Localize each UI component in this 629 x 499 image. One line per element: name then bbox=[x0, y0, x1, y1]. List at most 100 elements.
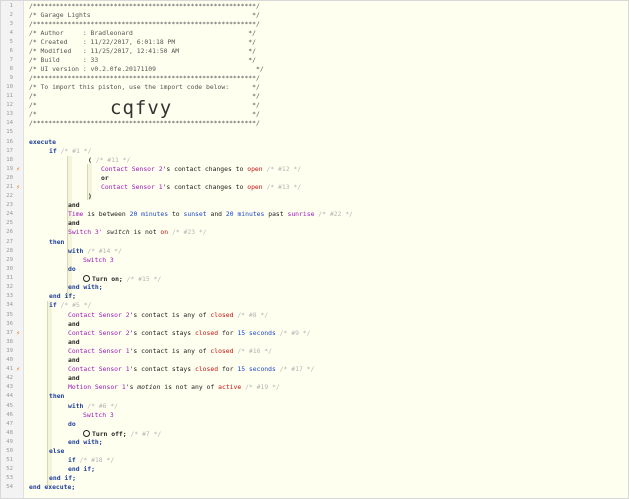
line-number: 22 bbox=[6, 193, 13, 199]
statement-comment: /* #13 */ bbox=[266, 183, 302, 191]
code-line[interactable]: 46 Switch 3 bbox=[1, 411, 628, 420]
code-line[interactable]: 28 with /* #14 */ bbox=[1, 247, 628, 256]
device-name[interactable]: Switch 3 bbox=[83, 256, 114, 264]
line-number: 26 bbox=[6, 229, 13, 235]
code-line[interactable]: 44 then bbox=[1, 392, 628, 401]
line-number: 48 bbox=[6, 430, 13, 436]
line-number: 4 bbox=[9, 30, 13, 36]
line-number: 53 bbox=[6, 475, 13, 481]
line-number: 54 bbox=[6, 484, 13, 490]
device-name[interactable]: Switch 3' bbox=[68, 228, 103, 236]
code-line[interactable]: 26 Switch 3' switch is not on /* #23 */ bbox=[1, 228, 628, 237]
code-line[interactable]: 53 end if; bbox=[1, 474, 628, 483]
code-line[interactable]: 17 if /* #1 */ bbox=[1, 147, 628, 156]
code-line[interactable]: 29 Switch 3 bbox=[1, 256, 628, 265]
code-line[interactable]: 27 then bbox=[1, 238, 628, 247]
comment-text: /***************************************… bbox=[29, 2, 260, 10]
code-line[interactable]: 18 ( /* #11 */ bbox=[1, 156, 628, 165]
line-number: 45 bbox=[6, 403, 13, 409]
keyword-execute: execute bbox=[29, 138, 56, 146]
code-line[interactable]: 14 /*************************************… bbox=[1, 119, 628, 128]
code-line[interactable]: 19 ⚡ Contact Sensor 2's contact changes to… bbox=[1, 165, 628, 174]
code-line[interactable]: 21 ⚡ Contact Sensor 1's contact changes to… bbox=[1, 183, 628, 192]
code-line[interactable]: 20 or bbox=[1, 174, 628, 183]
code-line[interactable]: 24 Time is between 20 minutes to sunset a… bbox=[1, 210, 628, 219]
code-line[interactable]: 42 and bbox=[1, 374, 628, 383]
command-text[interactable]: Turn on; bbox=[92, 275, 123, 283]
code-line[interactable]: 1 /**************************************… bbox=[1, 2, 628, 11]
code-line[interactable]: 8 /* UI version : v0.2.0fe.20171109 */ bbox=[1, 65, 628, 74]
line-number: 13 bbox=[6, 111, 13, 117]
code-line[interactable]: 12/* */ bbox=[1, 101, 628, 110]
keyword-if: if bbox=[68, 456, 76, 464]
code-line[interactable]: 13/* */ bbox=[1, 110, 628, 119]
code-line[interactable]: 15 bbox=[1, 128, 628, 137]
operator-and: and bbox=[68, 356, 80, 364]
code-line[interactable]: 33 end if; bbox=[1, 292, 628, 301]
code-line[interactable]: 34 if /* #5 */ bbox=[1, 301, 628, 310]
code-line[interactable]: 3 /**************************************… bbox=[1, 20, 628, 29]
code-line[interactable]: 41 ⚡ Contact Sensor 1's contact stays clos… bbox=[1, 365, 628, 374]
code-line[interactable]: 49 end with; bbox=[1, 438, 628, 447]
line-number: 47 bbox=[6, 421, 13, 427]
line-number: 30 bbox=[6, 266, 13, 272]
code-line[interactable]: 39 Contact Sensor 1's contact is any of c… bbox=[1, 347, 628, 356]
code-line[interactable]: 22) bbox=[1, 192, 628, 201]
code-line[interactable]: 4 /* Author : Bradleonard */ bbox=[1, 29, 628, 38]
unit-text: minutes bbox=[141, 210, 169, 218]
keyword-else: else bbox=[49, 447, 65, 455]
code-line[interactable]: 54 end execute; bbox=[1, 483, 628, 492]
statement-comment: /* #9 */ bbox=[279, 329, 311, 337]
code-line[interactable]: 48 Turn off; /* #7 */ bbox=[1, 429, 628, 438]
code-line[interactable]: 51 if /* #18 */ bbox=[1, 456, 628, 465]
power-icon bbox=[83, 275, 90, 282]
command-text[interactable]: Turn off; bbox=[92, 430, 127, 438]
operator-and: and bbox=[68, 219, 80, 227]
code-line[interactable]: 31 Turn on; /* #15 */ bbox=[1, 274, 628, 283]
code-line[interactable]: 11/* */ bbox=[1, 92, 628, 101]
code-line[interactable]: 6 /* Modified : 11/25/2017, 12:41:50 AM *… bbox=[1, 47, 628, 56]
code-line[interactable]: 7 /* Build : 33 */ bbox=[1, 56, 628, 65]
condition-text: past bbox=[268, 210, 284, 218]
line-number: 6 bbox=[9, 48, 13, 54]
code-line[interactable]: 25 and bbox=[1, 219, 628, 228]
trigger-bolt-icon: ⚡ bbox=[16, 330, 20, 337]
device-name[interactable]: Contact Sensor 2 bbox=[68, 311, 130, 319]
code-line[interactable]: 10 /* To import this piston, use the impo… bbox=[1, 83, 628, 92]
statement-comment: /* #23 */ bbox=[171, 228, 207, 236]
line-number: 17 bbox=[6, 148, 13, 154]
line-number: 41 bbox=[6, 366, 13, 372]
import-code[interactable]: cqfvy bbox=[110, 97, 172, 119]
code-line[interactable]: 32 end with; bbox=[1, 283, 628, 292]
code-line[interactable]: 30 do bbox=[1, 265, 628, 274]
code-line[interactable]: 9 /**************************************… bbox=[1, 74, 628, 83]
code-line[interactable]: 38 and bbox=[1, 338, 628, 347]
code-line[interactable]: 40 and bbox=[1, 356, 628, 365]
device-name[interactable]: Switch 3 bbox=[83, 411, 114, 419]
code-line[interactable]: 36 and bbox=[1, 320, 628, 329]
device-name[interactable]: Contact Sensor 1 bbox=[68, 347, 130, 355]
time-operand[interactable]: Time bbox=[68, 210, 83, 218]
line-number: 11 bbox=[6, 93, 13, 99]
code-line[interactable]: 2 /* Garage Lights */ bbox=[1, 11, 628, 20]
code-line[interactable]: 50 else bbox=[1, 447, 628, 456]
code-line[interactable]: 23 and bbox=[1, 201, 628, 210]
code-line[interactable]: 52 end if; bbox=[1, 465, 628, 474]
code-line[interactable]: 16 execute bbox=[1, 138, 628, 147]
device-name[interactable]: Contact Sensor 2 bbox=[101, 165, 163, 173]
code-line[interactable]: 47 do bbox=[1, 420, 628, 429]
code-line[interactable]: 45 with /* #6 */ bbox=[1, 402, 628, 411]
condition-text: is between bbox=[87, 210, 126, 218]
code-line[interactable]: 5 /* Created : 11/22/2017, 6:01:18 PM */ bbox=[1, 38, 628, 47]
device-name[interactable]: Contact Sensor 1 bbox=[101, 183, 163, 191]
code-line[interactable]: 37 ⚡ Contact Sensor 2's contact stays clos… bbox=[1, 329, 628, 338]
line-number: 35 bbox=[6, 312, 13, 318]
device-name[interactable]: Contact Sensor 1 bbox=[68, 365, 130, 373]
code-line[interactable]: 43 Motion Sensor 1's motion is not any of… bbox=[1, 383, 628, 392]
device-name[interactable]: Motion Sensor 1 bbox=[68, 383, 126, 391]
device-name[interactable]: Contact Sensor 2 bbox=[68, 329, 130, 337]
number-value: 15 bbox=[237, 365, 246, 373]
code-line[interactable]: 35 Contact Sensor 2's contact is any of c… bbox=[1, 311, 628, 320]
line-number: 44 bbox=[6, 393, 13, 399]
piston-code-editor: 1 /**************************************… bbox=[0, 0, 629, 499]
